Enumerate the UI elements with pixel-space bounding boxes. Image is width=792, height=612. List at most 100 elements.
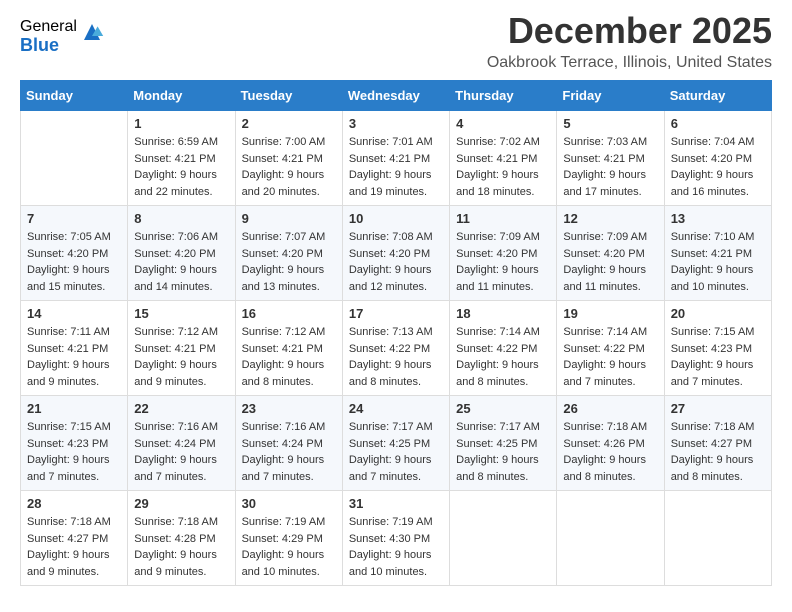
col-thursday: Thursday [450,81,557,111]
day-info: Sunrise: 7:17 AM Sunset: 4:25 PM Dayligh… [456,419,550,485]
day-info: Sunrise: 7:19 AM Sunset: 4:30 PM Dayligh… [349,514,443,580]
sunset-text: Sunset: 4:21 PM [27,343,108,355]
day-number: 3 [349,116,443,131]
daylight-text: Daylight: 9 hours and 7 minutes. [27,454,110,483]
table-row: 11 Sunrise: 7:09 AM Sunset: 4:20 PM Dayl… [450,206,557,301]
calendar-week-5: 28 Sunrise: 7:18 AM Sunset: 4:27 PM Dayl… [21,491,772,586]
table-row: 24 Sunrise: 7:17 AM Sunset: 4:25 PM Dayl… [342,396,449,491]
day-number: 4 [456,116,550,131]
daylight-text: Daylight: 9 hours and 10 minutes. [242,549,325,578]
table-row: 21 Sunrise: 7:15 AM Sunset: 4:23 PM Dayl… [21,396,128,491]
sunset-text: Sunset: 4:21 PM [671,248,752,260]
daylight-text: Daylight: 9 hours and 9 minutes. [134,549,217,578]
header-row: Sunday Monday Tuesday Wednesday Thursday… [21,81,772,111]
day-number: 1 [134,116,228,131]
sunset-text: Sunset: 4:22 PM [456,343,537,355]
sunrise-text: Sunrise: 7:16 AM [242,421,326,433]
day-number: 23 [242,401,336,416]
daylight-text: Daylight: 9 hours and 7 minutes. [671,359,754,388]
calendar-header: Sunday Monday Tuesday Wednesday Thursday… [21,81,772,111]
day-info: Sunrise: 7:00 AM Sunset: 4:21 PM Dayligh… [242,134,336,200]
daylight-text: Daylight: 9 hours and 15 minutes. [27,264,110,293]
sunset-text: Sunset: 4:23 PM [671,343,752,355]
col-wednesday: Wednesday [342,81,449,111]
sunrise-text: Sunrise: 7:18 AM [134,516,218,528]
daylight-text: Daylight: 9 hours and 12 minutes. [349,264,432,293]
daylight-text: Daylight: 9 hours and 7 minutes. [134,454,217,483]
day-info: Sunrise: 7:04 AM Sunset: 4:20 PM Dayligh… [671,134,765,200]
table-row: 20 Sunrise: 7:15 AM Sunset: 4:23 PM Dayl… [664,301,771,396]
table-row: 8 Sunrise: 7:06 AM Sunset: 4:20 PM Dayli… [128,206,235,301]
table-row: 10 Sunrise: 7:08 AM Sunset: 4:20 PM Dayl… [342,206,449,301]
sunset-text: Sunset: 4:25 PM [456,438,537,450]
sunset-text: Sunset: 4:21 PM [563,153,644,165]
sunset-text: Sunset: 4:24 PM [242,438,323,450]
day-info: Sunrise: 7:10 AM Sunset: 4:21 PM Dayligh… [671,229,765,295]
logo-text: General Blue [20,18,77,55]
daylight-text: Daylight: 9 hours and 18 minutes. [456,169,539,198]
logo-general: General [20,18,77,36]
day-number: 30 [242,496,336,511]
table-row: 3 Sunrise: 7:01 AM Sunset: 4:21 PM Dayli… [342,111,449,206]
table-row: 15 Sunrise: 7:12 AM Sunset: 4:21 PM Dayl… [128,301,235,396]
daylight-text: Daylight: 9 hours and 10 minutes. [349,549,432,578]
sunset-text: Sunset: 4:20 PM [671,153,752,165]
sunset-text: Sunset: 4:27 PM [27,533,108,545]
day-info: Sunrise: 7:18 AM Sunset: 4:27 PM Dayligh… [27,514,121,580]
daylight-text: Daylight: 9 hours and 17 minutes. [563,169,646,198]
title-area: December 2025 Oakbrook Terrace, Illinois… [487,10,772,72]
day-number: 15 [134,306,228,321]
table-row: 12 Sunrise: 7:09 AM Sunset: 4:20 PM Dayl… [557,206,664,301]
sunset-text: Sunset: 4:20 PM [349,248,430,260]
day-number: 31 [349,496,443,511]
calendar-week-4: 21 Sunrise: 7:15 AM Sunset: 4:23 PM Dayl… [21,396,772,491]
sunset-text: Sunset: 4:21 PM [242,153,323,165]
table-row: 13 Sunrise: 7:10 AM Sunset: 4:21 PM Dayl… [664,206,771,301]
page-header: General Blue December 2025 Oakbrook Terr… [20,10,772,72]
sunrise-text: Sunrise: 7:14 AM [563,326,647,338]
day-info: Sunrise: 7:18 AM Sunset: 4:27 PM Dayligh… [671,419,765,485]
day-number: 2 [242,116,336,131]
daylight-text: Daylight: 9 hours and 11 minutes. [563,264,646,293]
day-number: 25 [456,401,550,416]
day-info: Sunrise: 7:08 AM Sunset: 4:20 PM Dayligh… [349,229,443,295]
sunrise-text: Sunrise: 7:11 AM [27,326,110,338]
day-info: Sunrise: 7:14 AM Sunset: 4:22 PM Dayligh… [456,324,550,390]
day-number: 13 [671,211,765,226]
sunrise-text: Sunrise: 7:19 AM [242,516,326,528]
col-tuesday: Tuesday [235,81,342,111]
sunrise-text: Sunrise: 7:15 AM [671,326,755,338]
day-number: 18 [456,306,550,321]
day-info: Sunrise: 7:18 AM Sunset: 4:26 PM Dayligh… [563,419,657,485]
sunrise-text: Sunrise: 7:17 AM [456,421,540,433]
table-row: 7 Sunrise: 7:05 AM Sunset: 4:20 PM Dayli… [21,206,128,301]
sunrise-text: Sunrise: 7:01 AM [349,136,433,148]
sunset-text: Sunset: 4:21 PM [134,153,215,165]
table-row: 26 Sunrise: 7:18 AM Sunset: 4:26 PM Dayl… [557,396,664,491]
day-number: 14 [27,306,121,321]
daylight-text: Daylight: 9 hours and 8 minutes. [242,359,325,388]
sunset-text: Sunset: 4:29 PM [242,533,323,545]
logo: General Blue [20,18,104,55]
col-saturday: Saturday [664,81,771,111]
table-row: 5 Sunrise: 7:03 AM Sunset: 4:21 PM Dayli… [557,111,664,206]
table-row [21,111,128,206]
day-number: 17 [349,306,443,321]
day-number: 12 [563,211,657,226]
sunset-text: Sunset: 4:20 PM [134,248,215,260]
daylight-text: Daylight: 9 hours and 8 minutes. [671,454,754,483]
sunrise-text: Sunrise: 6:59 AM [134,136,218,148]
day-info: Sunrise: 7:07 AM Sunset: 4:20 PM Dayligh… [242,229,336,295]
day-number: 10 [349,211,443,226]
sunset-text: Sunset: 4:21 PM [134,343,215,355]
daylight-text: Daylight: 9 hours and 9 minutes. [27,359,110,388]
sunrise-text: Sunrise: 7:09 AM [456,231,540,243]
col-friday: Friday [557,81,664,111]
day-number: 7 [27,211,121,226]
daylight-text: Daylight: 9 hours and 13 minutes. [242,264,325,293]
sunrise-text: Sunrise: 7:18 AM [27,516,111,528]
sunset-text: Sunset: 4:23 PM [27,438,108,450]
sunrise-text: Sunrise: 7:14 AM [456,326,540,338]
sunset-text: Sunset: 4:27 PM [671,438,752,450]
day-info: Sunrise: 7:15 AM Sunset: 4:23 PM Dayligh… [27,419,121,485]
